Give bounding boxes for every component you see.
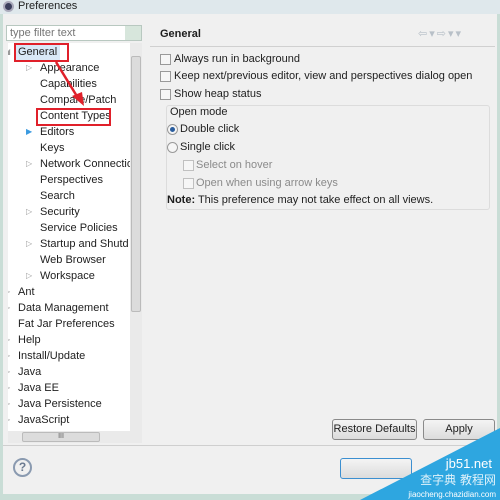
svg-text:jiaocheng.chazidian.com: jiaocheng.chazidian.com [407, 490, 496, 499]
clear-filter-button[interactable] [125, 26, 141, 40]
window-title: Preferences [18, 0, 78, 12]
collapsed-arrow-icon[interactable]: ▷ [26, 156, 32, 172]
single-click-radio[interactable] [167, 142, 178, 153]
collapsed-arrow-icon[interactable]: ▷ [8, 348, 10, 364]
keep-dialog-open-checkbox[interactable] [160, 71, 171, 82]
note-bold: Note: [167, 194, 196, 206]
select-on-hover-checkbox[interactable] [183, 160, 194, 171]
annotation-box-content-types [36, 108, 111, 126]
open-arrow-keys-label: Open when using arrow keys [196, 177, 338, 189]
show-heap-status-label: Show heap status [174, 88, 262, 100]
tree-item-label: Java [18, 366, 42, 378]
always-run-background-label: Always run in background [174, 53, 300, 65]
always-run-background-checkbox[interactable] [160, 54, 171, 65]
tree-item-label: Data Management [18, 302, 109, 314]
tree-item-label: Security [40, 206, 80, 218]
expanded-arrow-icon[interactable]: ◢ [8, 44, 10, 60]
collapsed-arrow-icon[interactable]: ▷ [8, 396, 10, 412]
double-click-label: Double click [180, 123, 240, 135]
tree-item-label: Fat Jar Preferences [18, 318, 115, 330]
collapsed-arrow-icon[interactable]: ▷ [8, 300, 10, 316]
collapsed-arrow-icon[interactable]: ▷ [8, 284, 10, 300]
keep-dialog-open-label: Keep next/previous editor, view and pers… [174, 70, 473, 82]
tree-item-label: Service Policies [40, 222, 118, 234]
collapsed-arrow-icon[interactable]: ▷ [8, 364, 10, 380]
select-on-hover-label: Select on hover [196, 159, 273, 171]
tree-item-label: Network Connectio [40, 158, 130, 170]
collapsed-arrow-icon[interactable]: ▷ [26, 236, 32, 252]
tree-item-label: JavaScript [18, 414, 70, 426]
tree-item-label: Startup and Shutd [40, 238, 129, 250]
double-click-radio[interactable] [167, 124, 178, 135]
tree-item-label: Workspace [40, 270, 95, 282]
collapsed-arrow-icon[interactable]: ▷ [26, 204, 32, 220]
header-divider [150, 46, 495, 47]
open-mode-label: Open mode [170, 106, 228, 118]
tree-vertical-scroll-thumb[interactable] [131, 56, 141, 312]
note-text: Note: This preference may not take effec… [167, 194, 433, 206]
tree-item-label: Ant [18, 286, 35, 298]
tree-item-label: Perspectives [40, 174, 103, 186]
tree-item-label: Java EE [18, 382, 59, 394]
filter-input[interactable] [6, 25, 142, 41]
svg-text:jb51.net: jb51.net [445, 456, 493, 471]
open-arrow-keys-checkbox[interactable] [183, 178, 194, 189]
page-navigation[interactable]: ⇦▾⇨▾▾ [418, 27, 463, 40]
watermark-logo: jb51.net 查字典 教程网 jiaocheng.chazidian.com [360, 428, 500, 500]
show-heap-status-checkbox[interactable] [160, 89, 171, 100]
svg-text:查字典 教程网: 查字典 教程网 [420, 472, 496, 487]
collapsed-arrow-icon[interactable]: ▷ [26, 60, 32, 76]
collapsed-arrow-icon[interactable]: ▷ [8, 412, 10, 428]
tree-item-label: Java Persistence [18, 398, 102, 410]
page-title: General [160, 28, 201, 40]
help-icon[interactable]: ? [13, 458, 32, 477]
collapsed-arrow-icon[interactable]: ▷ [26, 268, 32, 284]
collapsed-arrow-icon[interactable]: ▷ [8, 380, 10, 396]
preference-page [150, 23, 495, 443]
collapsed-arrow-icon[interactable]: ▶ [26, 124, 32, 140]
tree-item-label: Install/Update [18, 350, 86, 362]
single-click-label: Single click [180, 141, 236, 153]
collapsed-arrow-icon[interactable]: ▷ [8, 332, 10, 348]
tree-item-label: Keys [40, 142, 65, 154]
tree-item-label: Help [18, 334, 41, 346]
tree-item-label: Search [40, 190, 75, 202]
tree-item-label: Web Browser [40, 254, 106, 266]
annotation-arrow [54, 61, 84, 106]
tree-horizontal-scroll-thumb[interactable]: III [22, 432, 100, 442]
tree-item-label: Editors [40, 126, 75, 138]
note-body: This preference may not take effect on a… [195, 194, 434, 206]
app-icon [3, 1, 14, 12]
